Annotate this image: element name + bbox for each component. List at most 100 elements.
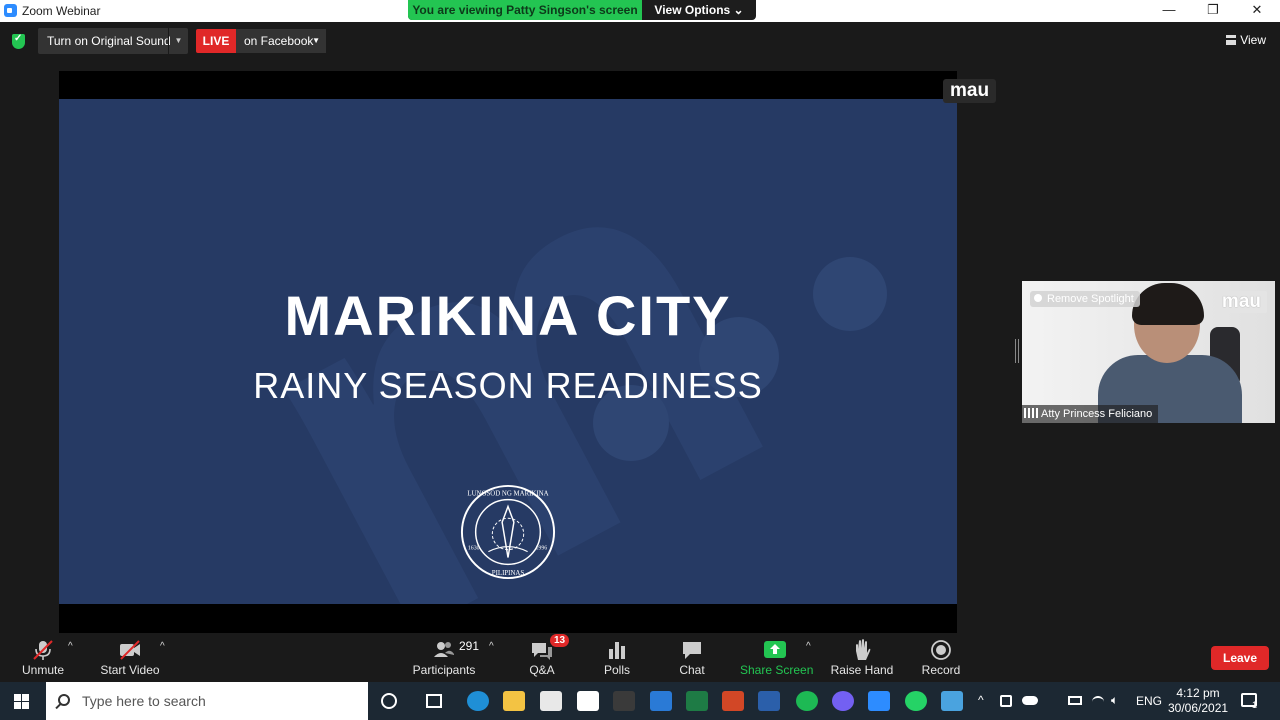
pin-icon: [1034, 294, 1042, 302]
search-icon: [58, 694, 70, 706]
cortana-icon[interactable]: [381, 693, 397, 709]
onedrive-icon[interactable]: [1022, 696, 1038, 705]
video-watermark: mau: [1215, 291, 1267, 313]
clock-date: 30/06/2021: [1168, 701, 1229, 715]
unmute-button[interactable]: Unmute: [12, 633, 74, 682]
marikina-seal-icon: LUNGSOD NG MARIKINA PILIPINAS 1630 1996: [460, 484, 556, 580]
seal-top-text: LUNGSOD NG MARIKINA: [467, 491, 548, 498]
taskbar-clock[interactable]: 4:12 pm 30/06/2021: [1168, 686, 1228, 716]
raise-hand-icon: [856, 639, 871, 660]
slide-subtitle: RAINY SEASON READINESS: [253, 365, 763, 406]
shared-screen-name-tag: mau: [943, 79, 997, 103]
chevron-down-icon[interactable]: ▼: [168, 28, 188, 54]
file-explorer-icon[interactable]: [503, 691, 525, 711]
record-button[interactable]: Record: [916, 633, 966, 682]
participants-icon: [434, 642, 454, 657]
word-icon[interactable]: [758, 691, 780, 711]
start-video-label: Start Video: [100, 663, 160, 677]
notification-count: 1: [1252, 700, 1258, 710]
polls-label: Polls: [603, 663, 630, 677]
record-label: Record: [921, 663, 961, 677]
record-icon: [931, 640, 951, 660]
share-options-caret[interactable]: ^: [806, 641, 811, 652]
chevron-down-icon: ▼: [312, 36, 320, 45]
viewing-banner: You are viewing Patty Singson's screen V…: [408, 0, 756, 20]
clock-time: 4:12 pm: [1176, 686, 1220, 700]
presentation-slide: m MARIKINA CITY RAINY SEASON READINESS L…: [59, 99, 957, 604]
spotlight-video-tile[interactable]: Remove Spotlight mau Atty Princess Felic…: [1022, 281, 1275, 423]
shared-screen: m MARIKINA CITY RAINY SEASON READINESS L…: [59, 71, 957, 633]
zoom-taskbar-icon[interactable]: [868, 691, 890, 711]
viber-icon[interactable]: [832, 691, 854, 711]
mail-icon[interactable]: [650, 691, 672, 711]
leave-button[interactable]: Leave: [1211, 646, 1269, 670]
windows-taskbar: Type here to search ^ 🔈︎ ENG 4:12 pm 30/…: [0, 682, 1280, 720]
participant-count: 291: [459, 639, 480, 653]
remove-spotlight-button[interactable]: Remove Spotlight: [1030, 291, 1140, 307]
taskbar-search-input[interactable]: Type here to search: [46, 682, 368, 720]
show-hidden-icons-icon[interactable]: ^: [978, 693, 984, 707]
chat-icon: [683, 642, 701, 659]
photos-icon[interactable]: [941, 691, 963, 711]
participant-name: Atty Princess Feliciano: [1041, 408, 1153, 420]
share-screen-button[interactable]: Share Screen: [740, 633, 814, 682]
chat-button[interactable]: Chat: [666, 633, 718, 682]
chat-label: Chat: [679, 663, 705, 677]
minimize-button[interactable]: —: [1146, 0, 1192, 22]
unmute-label: Unmute: [21, 663, 65, 677]
meeting-toolbar: Unmute ^ Start Video ^ Participants 291 …: [0, 633, 1280, 682]
search-placeholder: Type here to search: [82, 693, 206, 709]
window-title: Zoom Webinar: [22, 4, 101, 18]
panel-resize-handle[interactable]: [1015, 339, 1019, 363]
language-indicator[interactable]: ENG: [1136, 694, 1162, 708]
view-button[interactable]: View: [1226, 33, 1266, 47]
video-options-caret[interactable]: ^: [160, 641, 165, 652]
view-options-button[interactable]: View Options ⌄: [642, 0, 756, 20]
restore-button[interactable]: ❐: [1190, 0, 1236, 22]
participants-label: Participants: [412, 663, 476, 677]
audio-options-caret[interactable]: ^: [68, 641, 73, 652]
live-badge: LIVE: [196, 29, 236, 53]
meet-now-icon[interactable]: [1000, 695, 1012, 707]
original-sound-button[interactable]: Turn on Original Sound ▼: [38, 28, 188, 54]
spotify-icon[interactable]: [796, 691, 818, 711]
live-target-label: on Facebook: [244, 34, 314, 48]
share-screen-label: Share Screen: [740, 663, 814, 677]
seal-year-left: 1630: [468, 546, 480, 552]
view-grid-icon: [1226, 35, 1237, 45]
wifi-icon[interactable]: [1092, 696, 1104, 706]
close-button[interactable]: ✕: [1234, 0, 1280, 22]
slide-title: MARIKINA CITY: [284, 284, 732, 347]
video-off-icon: [120, 640, 140, 660]
zoom-app-icon: [4, 4, 17, 17]
view-label: View: [1240, 33, 1266, 47]
app-lightning-icon[interactable]: [613, 691, 635, 711]
polls-button[interactable]: Polls: [592, 633, 642, 682]
share-screen-icon: [764, 641, 786, 658]
seal-bottom-text: PILIPINAS: [492, 570, 525, 577]
original-sound-label: Turn on Original Sound: [47, 34, 171, 48]
qa-label: Q&A: [529, 663, 555, 677]
start-video-button[interactable]: Start Video: [98, 633, 162, 682]
whatsapp-icon[interactable]: [905, 691, 927, 711]
edge-browser-icon[interactable]: [467, 691, 489, 711]
volume-icon[interactable]: 🔈︎: [1111, 693, 1118, 708]
raise-hand-button[interactable]: Raise Hand: [830, 633, 894, 682]
battery-icon[interactable]: [1068, 696, 1082, 705]
participant-name-tag: Atty Princess Feliciano: [1022, 405, 1159, 423]
task-view-icon[interactable]: [426, 694, 442, 708]
microsoft-store-icon[interactable]: [540, 691, 562, 711]
remove-spotlight-label: Remove Spotlight: [1047, 293, 1134, 305]
security-shield-icon[interactable]: [12, 33, 25, 49]
powerpoint-icon[interactable]: [722, 691, 744, 711]
meeting-topbar: Turn on Original Sound ▼ LIVE on Faceboo…: [0, 22, 1280, 62]
live-on-facebook-button[interactable]: on Facebook ▼: [236, 29, 326, 53]
muted-mic-icon: [33, 640, 53, 660]
dropbox-icon[interactable]: [577, 691, 599, 711]
qa-count-badge: 13: [550, 634, 570, 647]
participants-options-caret[interactable]: ^: [489, 641, 494, 652]
excel-icon[interactable]: [686, 691, 708, 711]
raise-hand-label: Raise Hand: [830, 663, 894, 677]
windows-start-icon[interactable]: [14, 694, 30, 710]
signal-strength-icon: [1024, 408, 1038, 418]
